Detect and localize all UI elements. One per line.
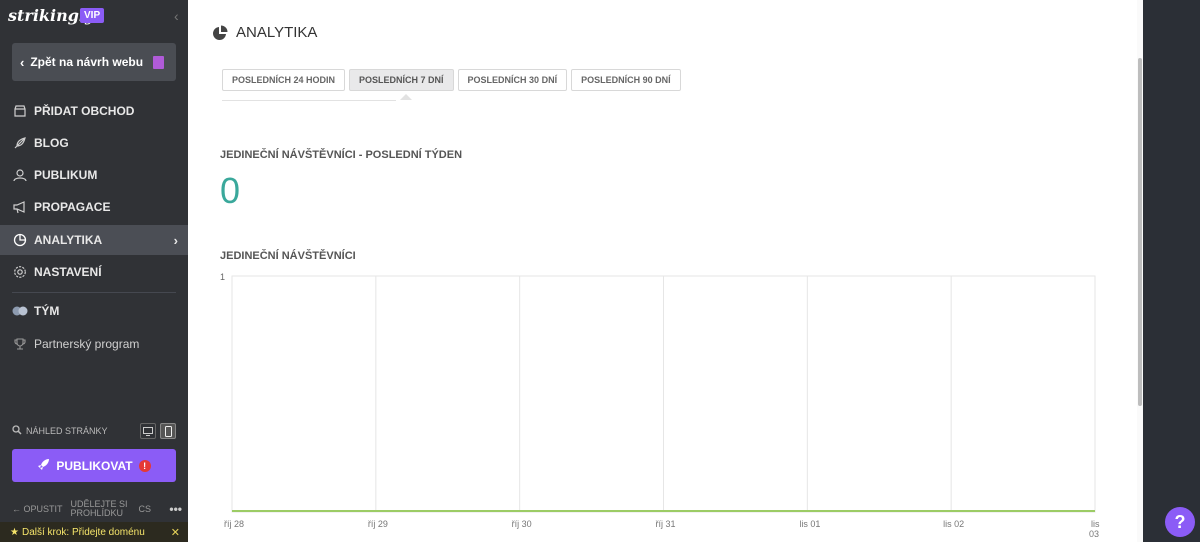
sidebar-item-label: ANALYTIKA — [34, 233, 103, 247]
collapse-sidebar-icon[interactable]: ‹ — [174, 8, 179, 24]
unique-visitors-week-title: JEDINEČNÍ NÁVŠTĚVNÍCI - POSLEDNÍ TÝDEN — [220, 149, 463, 161]
alert-icon: ! — [138, 459, 151, 472]
sidebar-item-label: NASTAVENÍ — [34, 265, 102, 279]
next-step-label: Další krok: Přidejte doménu — [21, 526, 145, 538]
store-icon — [12, 103, 28, 119]
sidebar-item-label: Partnerský program — [34, 337, 140, 351]
x-tick-label: lis 02 — [943, 519, 964, 529]
page-preview-row: NÁHLED STRÁNKY — [12, 422, 176, 440]
sidebar-item-label: PUBLIKUM — [34, 168, 98, 182]
team-icon — [12, 303, 28, 319]
people-icon — [12, 167, 28, 183]
tab-last-24-hours[interactable]: POSLEDNÍCH 24 HODIN — [222, 69, 346, 91]
page-title-text: ANALYTIKA — [236, 24, 318, 41]
language-selector[interactable]: CS — [139, 504, 152, 514]
trophy-icon — [12, 336, 28, 352]
x-tick-label: říj 31 — [656, 519, 676, 529]
y-tick-label: 1 — [220, 272, 225, 282]
sidebar-item-label: PROPAGACE — [34, 200, 111, 214]
star-icon: ★ — [10, 526, 19, 538]
pie-chart-icon — [213, 25, 228, 40]
publish-button[interactable]: PUBLIKOVAT ! — [12, 449, 176, 482]
time-range-tabs: POSLEDNÍCH 24 HODIN POSLEDNÍCH 7 DNÍ POS… — [222, 69, 681, 91]
gear-icon — [12, 264, 28, 280]
sidebar-item-label: PŘIDAT OBCHOD — [34, 104, 135, 118]
tab-last-30-days[interactable]: POSLEDNÍCH 30 DNÍ — [457, 69, 568, 91]
back-to-editor-button[interactable]: ‹ Zpět na návrh webu — [12, 43, 176, 81]
back-to-editor-label: Zpět na návrh webu — [30, 55, 144, 69]
chevron-right-icon: › — [173, 232, 178, 248]
desktop-preview-icon[interactable] — [140, 423, 156, 439]
x-tick-label: lis 01 — [799, 519, 820, 529]
sidebar-item-label: TÝM — [34, 304, 60, 318]
x-tick-label: říj 29 — [368, 519, 388, 529]
active-tab-indicator — [400, 94, 412, 100]
search-icon — [12, 425, 22, 437]
tab-last-90-days[interactable]: POSLEDNÍCH 90 DNÍ — [571, 69, 681, 91]
vip-badge: VIP — [80, 8, 105, 23]
x-tick-label: říj 28 — [224, 519, 244, 529]
sidebar-item-team[interactable]: TÝM — [0, 296, 188, 326]
exit-label: OPUSTIT — [23, 504, 63, 514]
publish-label: PUBLIKOVAT — [56, 458, 133, 473]
chart-title: JEDINEČNÍ NÁVŠTĚVNÍCI — [220, 250, 356, 262]
page-preview-label[interactable]: NÁHLED STRÁNKY — [26, 426, 108, 436]
x-tick-label: říj 30 — [512, 519, 532, 529]
sidebar-item-promotion[interactable]: PROPAGACE — [0, 192, 188, 222]
sidebar: strikingly VIP ‹ ‹ Zpět na návrh webu PŘ… — [0, 0, 188, 542]
pie-chart-icon — [12, 232, 28, 248]
scrollbar-thumb[interactable] — [1138, 58, 1142, 406]
sidebar-item-store[interactable]: PŘIDAT OBCHOD — [0, 96, 188, 126]
main-content: ANALYTIKA POSLEDNÍCH 24 HODIN POSLEDNÍCH… — [188, 0, 1143, 542]
mobile-preview-icon[interactable] — [160, 423, 176, 439]
sidebar-item-audience[interactable]: PUBLIKUM — [0, 160, 188, 190]
close-icon[interactable]: ✕ — [171, 526, 180, 539]
chevron-left-icon: ‹ — [20, 54, 25, 70]
rocket-icon — [37, 458, 50, 474]
site-thumbnail-icon — [153, 55, 165, 69]
sidebar-item-settings[interactable]: NASTAVENÍ — [0, 257, 188, 287]
sidebar-footer: ← OPUSTIT UDĚLEJTE SI PROHLÍDKU CS ••• — [12, 497, 182, 521]
unique-visitors-week-value: 0 — [220, 170, 241, 211]
x-tick-label: lis — [1091, 519, 1100, 529]
take-tour-button[interactable]: UDĚLEJTE SI PROHLÍDKU — [71, 500, 131, 518]
page-title: ANALYTIKA — [212, 24, 317, 41]
help-button[interactable]: ? — [1165, 507, 1195, 537]
x-tick-label-line2: 03 — [1089, 529, 1099, 539]
quill-icon — [12, 135, 28, 151]
sidebar-item-label: BLOG — [34, 136, 69, 150]
sidebar-item-analytics[interactable]: ANALYTIKA › — [0, 225, 188, 255]
sidebar-item-blog[interactable]: BLOG — [0, 128, 188, 158]
next-step-banner[interactable]: ★ Další krok: Přidejte doménu ✕ — [0, 522, 188, 542]
tab-last-7-days[interactable]: POSLEDNÍCH 7 DNÍ — [349, 69, 454, 91]
more-options-icon[interactable]: ••• — [169, 502, 182, 516]
unique-visitors-chart: 1 říj 28 říj 29 říj 30 říj 31 lis 01 lis 02 lis… — [220, 272, 1100, 539]
sidebar-divider — [12, 292, 176, 293]
megaphone-icon — [12, 199, 28, 215]
exit-button[interactable]: ← OPUSTIT — [12, 504, 63, 514]
sidebar-item-partner[interactable]: Partnerský program — [0, 329, 188, 359]
tab-underline — [222, 100, 396, 101]
